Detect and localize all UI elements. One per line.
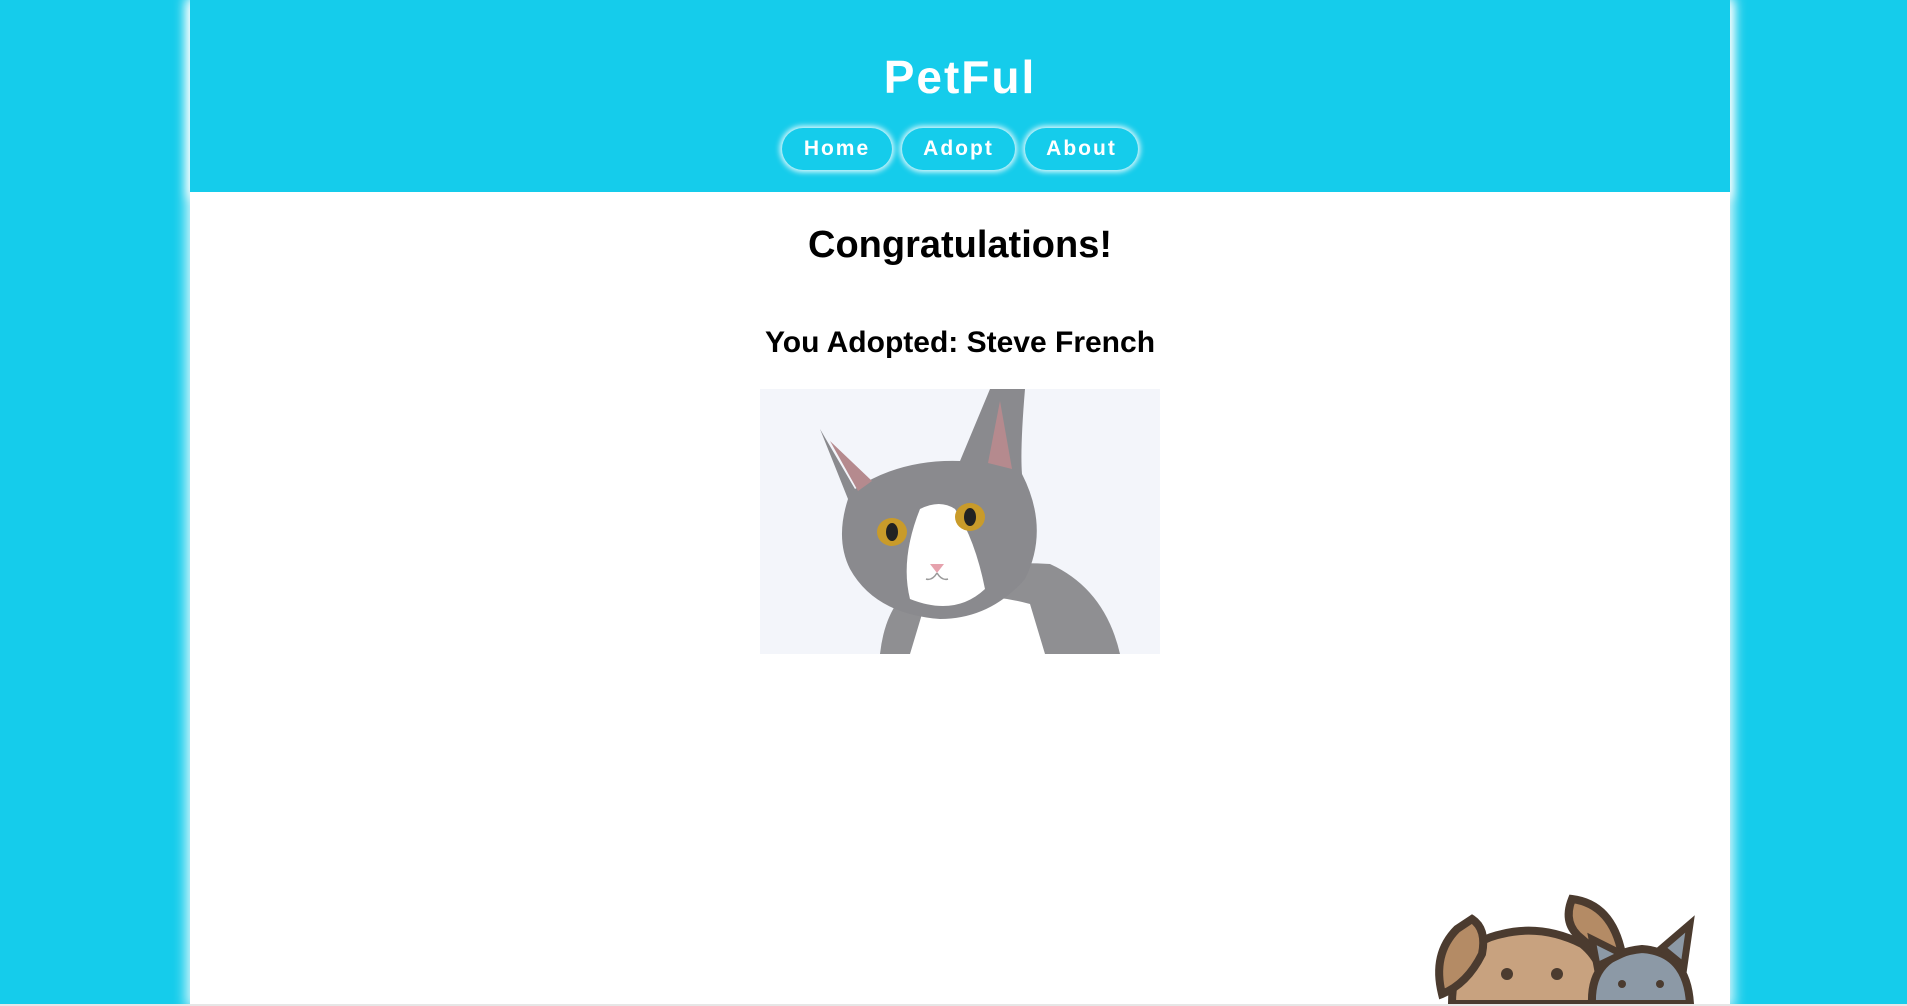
dog-and-cat-icon [1435,894,1695,1006]
adopted-pet-line: You Adopted: Steve French [764,326,1156,359]
nav-home-button[interactable]: Home [782,128,892,170]
cat-photo-image [760,389,1160,654]
congratulations-heading: Congratulations! [808,224,1112,266]
page: PetFul Home Adopt About Congratulations!… [0,0,1907,1006]
adopted-pet-photo [760,389,1160,654]
site-header: PetFul Home Adopt About [190,0,1730,192]
main-nav: Home Adopt About [190,128,1730,170]
content-container: PetFul Home Adopt About Congratulations!… [190,0,1730,1006]
nav-adopt-button[interactable]: Adopt [902,128,1015,170]
dog-cat-illustration [1422,884,1702,1006]
site-title: PetFul [883,51,1037,103]
nav-about-button[interactable]: About [1025,128,1138,170]
